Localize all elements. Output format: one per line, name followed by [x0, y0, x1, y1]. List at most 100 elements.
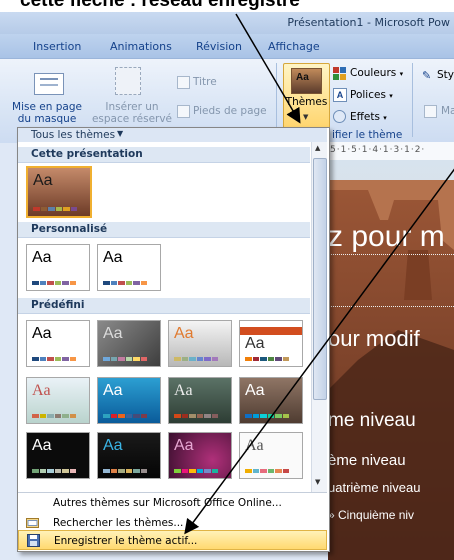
theme-color-swatches [174, 357, 218, 361]
themes-icon: Aa [291, 68, 322, 94]
theme-color-swatches [103, 281, 147, 285]
edit-theme-group-label: ifier le thème [332, 129, 403, 141]
section-header-custom: Personnalisé [18, 222, 310, 238]
themes-label: Thèmes [285, 96, 328, 108]
section-label: Personnalisé [31, 223, 108, 235]
theme-aa: Aa [245, 437, 264, 454]
browse-folder-icon [26, 518, 39, 528]
theme-color-swatches [32, 414, 76, 418]
fonts-button[interactable]: Polices ▾ [350, 89, 393, 102]
section-label: Cette présentation [31, 148, 143, 160]
slide-title-text: z pour m [328, 220, 445, 253]
theme-thumbnail-equity[interactable]: Aa [168, 377, 232, 424]
tab-affichage[interactable]: Affichage [268, 40, 320, 53]
effects-label: Effets [350, 111, 380, 123]
title-checkbox[interactable] [177, 76, 190, 89]
theme-color-swatches [174, 469, 218, 473]
slide-canvas[interactable]: z pour m our modif me niveau ème niveau … [328, 160, 454, 560]
slide-body-level5: uatrième niveau [328, 480, 421, 495]
scroll-thumb[interactable] [313, 158, 327, 400]
theme-aa: Aa [33, 172, 53, 189]
theme-color-swatches [103, 357, 147, 361]
effects-icon [333, 110, 346, 123]
theme-color-swatches [245, 357, 289, 361]
styles-icon: ✎ [422, 69, 432, 82]
theme-color-swatches [32, 281, 76, 285]
theme-thumbnail-custom-2[interactable]: Aa [97, 244, 161, 291]
slide-body-level6: » Cinquième niv [328, 508, 415, 522]
ribbon-tabs: Insertion Animations Révision Affichage [0, 34, 454, 58]
layout-master-icon [34, 73, 64, 95]
footers-checkbox[interactable] [177, 105, 190, 118]
footers-check-label: Pieds de page [193, 105, 267, 117]
all-themes-filter[interactable]: Tous les thèmes ▼ [18, 128, 327, 142]
insert-placeholder-label1: Insérer un [105, 101, 159, 113]
effects-button[interactable]: Effets ▾ [350, 111, 387, 124]
themes-button[interactable]: Aa Thèmes ▼ [283, 63, 330, 129]
insert-placeholder-button[interactable]: Insérer un espace réservé [88, 101, 176, 125]
caption-text: cette flèche : réseau enregistré [20, 0, 300, 11]
themes-gallery-dropdown: Tous les thèmes ▼ Cette présentation Aa … [17, 127, 330, 552]
theme-color-swatches [174, 414, 218, 418]
section-header-this-presentation: Cette présentation [18, 147, 310, 163]
ruler-text: 5·1·5·1·4·1·3·1·2· [330, 145, 426, 155]
colors-label: Couleurs [350, 67, 397, 79]
theme-aa: Aa [103, 325, 123, 342]
more-themes-online-item[interactable]: Autres thèmes sur Microsoft Office Onlin… [18, 492, 327, 514]
theme-color-swatches [245, 414, 289, 418]
title-bar: Présentation1 - Microsoft Pow [0, 12, 454, 35]
theme-color-swatches [32, 357, 76, 361]
layout-master-label1: Mise en page [12, 101, 82, 113]
theme-aa: Aa [103, 382, 123, 399]
slide-body-level4: ème niveau [328, 452, 406, 469]
styles-button[interactable]: Sty [437, 69, 454, 81]
tab-insertion[interactable]: Insertion [33, 40, 81, 53]
gallery-scrollbar[interactable]: ▲ ▼ [311, 142, 327, 492]
layout-master-label2: du masque [17, 113, 77, 125]
browse-themes-label: Rechercher les thèmes... [53, 517, 184, 529]
theme-thumbnail-custom-1[interactable]: Aa [26, 244, 90, 291]
theme-thumbnail-civic[interactable]: Aa [26, 377, 90, 424]
ma-label: Ma [441, 105, 454, 117]
placeholder-border [328, 254, 454, 256]
theme-thumbnail-concourse[interactable]: Aa [97, 377, 161, 424]
save-current-theme-label: Enregistrer le thème actif... [54, 535, 198, 547]
fonts-label: Polices [350, 89, 386, 101]
theme-thumbnail-apex[interactable]: Aa [168, 320, 232, 367]
tab-animations[interactable]: Animations [110, 40, 172, 53]
chevron-down-icon: ▼ [303, 113, 309, 121]
colors-icon [333, 67, 346, 80]
save-theme-icon [27, 534, 40, 547]
theme-color-swatches [103, 469, 147, 473]
insert-placeholder-label2: espace réservé [91, 113, 173, 125]
slide-subtitle-text: our modif [328, 326, 420, 351]
theme-aa: Aa [103, 249, 123, 266]
colors-button[interactable]: Couleurs ▾ [350, 67, 403, 80]
layout-master-button[interactable]: Mise en page du masque [4, 101, 90, 125]
theme-thumbnail-median[interactable]: Aa [97, 432, 161, 479]
horizontal-ruler: 5·1·5·1·4·1·3·1·2· [328, 142, 454, 161]
insert-placeholder-icon [115, 67, 141, 95]
theme-thumbnail-foundry[interactable]: Aa [26, 432, 90, 479]
theme-aa: Aa [174, 325, 194, 342]
theme-thumbnail-metro[interactable]: Aa [168, 432, 232, 479]
theme-aa: Aa [245, 382, 265, 399]
tab-revision[interactable]: Révision [196, 40, 242, 53]
theme-thumbnail-office[interactable]: Aa [26, 320, 90, 367]
group-separator [412, 63, 413, 137]
ma-checkbox[interactable] [424, 105, 437, 118]
section-header-builtin: Prédéfini [18, 298, 310, 314]
theme-thumbnail-current[interactable]: Aa [26, 166, 92, 218]
section-label: Prédéfini [31, 299, 85, 311]
theme-thumbnail-aspect[interactable]: Aa [239, 320, 303, 367]
theme-thumbnail-flow[interactable]: Aa [239, 377, 303, 424]
theme-thumbnail-module[interactable]: Aa [239, 432, 303, 479]
scroll-down-icon[interactable]: ▼ [315, 478, 320, 486]
all-themes-label: Tous les thèmes [31, 129, 116, 141]
scroll-up-icon[interactable]: ▲ [315, 144, 320, 152]
theme-aa: Aa [32, 249, 52, 266]
theme-aa: Aa [103, 437, 123, 454]
theme-thumbnail-gray[interactable]: Aa [97, 320, 161, 367]
theme-aa: Aa [32, 325, 52, 342]
save-current-theme-item[interactable]: Enregistrer le thème actif... [18, 530, 327, 550]
